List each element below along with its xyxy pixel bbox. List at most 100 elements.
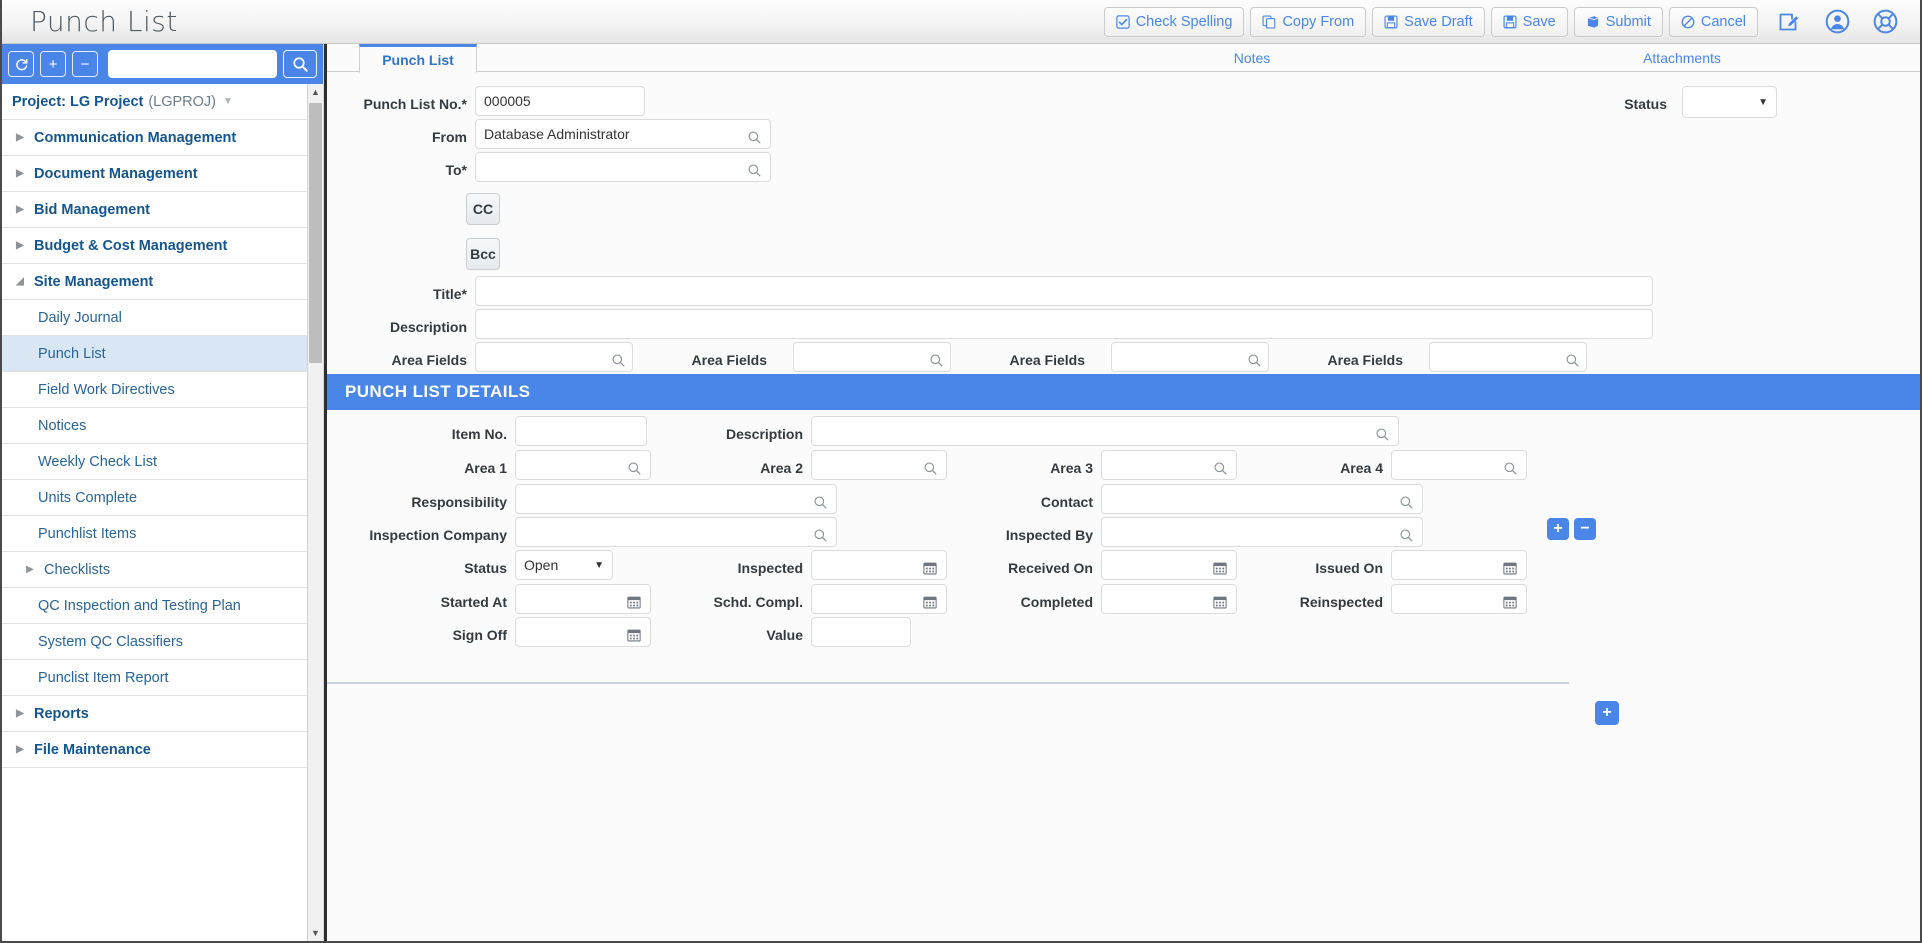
- chevron-right-icon: ▶: [16, 744, 24, 755]
- area-fields-lookup-icon-4[interactable]: [1563, 351, 1581, 369]
- area3-lookup-icon[interactable]: [1211, 459, 1229, 477]
- sidebar-item-system-qc-classifiers[interactable]: System QC Classifiers: [2, 624, 323, 660]
- cancel-button[interactable]: Cancel: [1668, 6, 1758, 37]
- chevron-down-icon: ▼: [1758, 96, 1768, 108]
- contact-input[interactable]: [1101, 484, 1423, 514]
- sidebar-item-bid-management[interactable]: ▶ Bid Management: [2, 192, 323, 228]
- inspection-company-input[interactable]: [515, 517, 837, 547]
- remove-detail-row-label: −: [1580, 520, 1590, 537]
- description-input[interactable]: [475, 309, 1653, 339]
- sign-off-calendar-icon[interactable]: [625, 626, 643, 644]
- area4-lookup-icon[interactable]: [1501, 459, 1519, 477]
- to-label: To*: [445, 162, 467, 178]
- from-lookup-icon[interactable]: [745, 128, 763, 146]
- header-status-select[interactable]: ▼: [1682, 86, 1777, 118]
- to-input[interactable]: [475, 152, 771, 182]
- sidebar-search-input[interactable]: [108, 50, 277, 78]
- sidebar-item-label: Punclist Item Report: [38, 669, 169, 686]
- sidebar-item-units-complete[interactable]: Units Complete: [2, 480, 323, 516]
- value-label: Value: [667, 627, 803, 643]
- check-spelling-button[interactable]: Check Spelling: [1103, 6, 1245, 37]
- copy-from-button[interactable]: Copy From: [1250, 6, 1367, 37]
- details-description-input[interactable]: [811, 416, 1399, 446]
- add-detail-section-button[interactable]: +: [1595, 701, 1619, 725]
- sidebar-scrollbar[interactable]: ▲ ▼: [307, 84, 323, 941]
- save-button[interactable]: Save: [1490, 6, 1568, 37]
- area1-lookup-icon[interactable]: [625, 459, 643, 477]
- scrollbar-thumb[interactable]: [309, 103, 322, 363]
- label-text: Status: [464, 560, 507, 576]
- sidebar-item-label: Budget & Cost Management: [34, 237, 228, 254]
- search-icon[interactable]: [283, 50, 317, 78]
- tab-notes[interactable]: Notes: [1207, 44, 1297, 72]
- label-text: Schd. Compl.: [713, 594, 803, 610]
- sidebar-item-site-management[interactable]: ◢ Site Management: [2, 264, 323, 300]
- responsibility-input[interactable]: [515, 484, 837, 514]
- sidebar-item-punch-list[interactable]: Punch List: [2, 336, 323, 372]
- area2-lookup-icon[interactable]: [921, 459, 939, 477]
- details-description-lookup-icon[interactable]: [1373, 425, 1391, 443]
- inspected-label: Inspected: [667, 560, 803, 576]
- sidebar-item-document-management[interactable]: ▶ Document Management: [2, 156, 323, 192]
- refresh-icon[interactable]: [8, 51, 34, 77]
- tab-attachments[interactable]: Attachments: [1617, 44, 1747, 72]
- value-input[interactable]: [811, 617, 911, 647]
- submit-button[interactable]: Submit: [1573, 6, 1663, 37]
- schd-compl-label: Schd. Compl.: [647, 594, 803, 610]
- chevron-down-icon: ▼: [594, 559, 604, 571]
- scroll-up-icon[interactable]: ▲: [307, 84, 323, 100]
- details-status-select[interactable]: Open ▼: [515, 550, 613, 580]
- sidebar-item-daily-journal[interactable]: Daily Journal: [2, 300, 323, 336]
- area-fields-lookup-icon-2[interactable]: [927, 351, 945, 369]
- collapse-all-icon[interactable]: −: [72, 51, 98, 77]
- user-icon[interactable]: [1820, 7, 1854, 37]
- schd-compl-calendar-icon[interactable]: [921, 593, 939, 611]
- sidebar-item-punchlist-items[interactable]: Punchlist Items: [2, 516, 323, 552]
- help-icon[interactable]: [1868, 7, 1902, 37]
- bcc-label: Bcc: [470, 246, 496, 262]
- save-draft-button[interactable]: Save Draft: [1372, 6, 1485, 37]
- scroll-down-icon[interactable]: ▼: [307, 925, 323, 941]
- from-input[interactable]: [475, 119, 771, 149]
- to-lookup-icon[interactable]: [745, 161, 763, 179]
- contact-lookup-icon[interactable]: [1397, 493, 1415, 511]
- sidebar-item-communication-management[interactable]: ▶ Communication Management: [2, 120, 323, 156]
- edit-icon[interactable]: [1772, 7, 1806, 37]
- sign-off-label: Sign Off: [327, 627, 507, 643]
- add-detail-row-button[interactable]: +: [1547, 518, 1569, 540]
- sidebar-item-label: System QC Classifiers: [38, 633, 184, 650]
- tab-bar: Punch List Notes Attachments: [327, 44, 1920, 73]
- sidebar-item-checklists[interactable]: ▶ Checklists: [2, 552, 323, 588]
- section-divider: [327, 682, 1569, 684]
- tab-punch-list[interactable]: Punch List: [359, 44, 477, 73]
- remove-detail-row-button[interactable]: −: [1574, 518, 1596, 540]
- item-no-input[interactable]: [515, 416, 647, 446]
- area-fields-lookup-icon-3[interactable]: [1245, 351, 1263, 369]
- sidebar-item-label: Notices: [38, 417, 87, 434]
- inspected-calendar-icon[interactable]: [921, 559, 939, 577]
- responsibility-lookup-icon[interactable]: [811, 493, 829, 511]
- received-on-calendar-icon[interactable]: [1211, 559, 1229, 577]
- issued-on-calendar-icon[interactable]: [1501, 559, 1519, 577]
- reinspected-calendar-icon[interactable]: [1501, 593, 1519, 611]
- punch-list-no-input[interactable]: [475, 86, 645, 116]
- inspected-by-lookup-icon[interactable]: [1397, 526, 1415, 544]
- sidebar-item-weekly-check-list[interactable]: Weekly Check List: [2, 444, 323, 480]
- expand-all-icon[interactable]: +: [40, 51, 66, 77]
- sidebar-item-field-work-directives[interactable]: Field Work Directives: [2, 372, 323, 408]
- sidebar-item-reports[interactable]: ▶ Reports: [2, 696, 323, 732]
- sidebar-item-file-maintenance[interactable]: ▶ File Maintenance: [2, 732, 323, 768]
- sidebar-item-qc-inspection-and-testing-plan[interactable]: QC Inspection and Testing Plan: [2, 588, 323, 624]
- sidebar-item-budget-cost-management[interactable]: ▶ Budget & Cost Management: [2, 228, 323, 264]
- area-fields-lookup-icon-1[interactable]: [609, 351, 627, 369]
- sidebar-item-punclist-item-report[interactable]: Punclist Item Report: [2, 660, 323, 696]
- project-selector[interactable]: Project: LG Project (LGPROJ) ▼: [2, 84, 323, 120]
- inspection-company-lookup-icon[interactable]: [811, 526, 829, 544]
- started-at-calendar-icon[interactable]: [625, 593, 643, 611]
- cc-button[interactable]: CC: [466, 193, 500, 225]
- sidebar-item-label: Daily Journal: [38, 309, 122, 326]
- title-input[interactable]: [475, 276, 1653, 306]
- sidebar-item-notices[interactable]: Notices: [2, 408, 323, 444]
- inspected-by-input[interactable]: [1101, 517, 1423, 547]
- bcc-button[interactable]: Bcc: [466, 238, 500, 270]
